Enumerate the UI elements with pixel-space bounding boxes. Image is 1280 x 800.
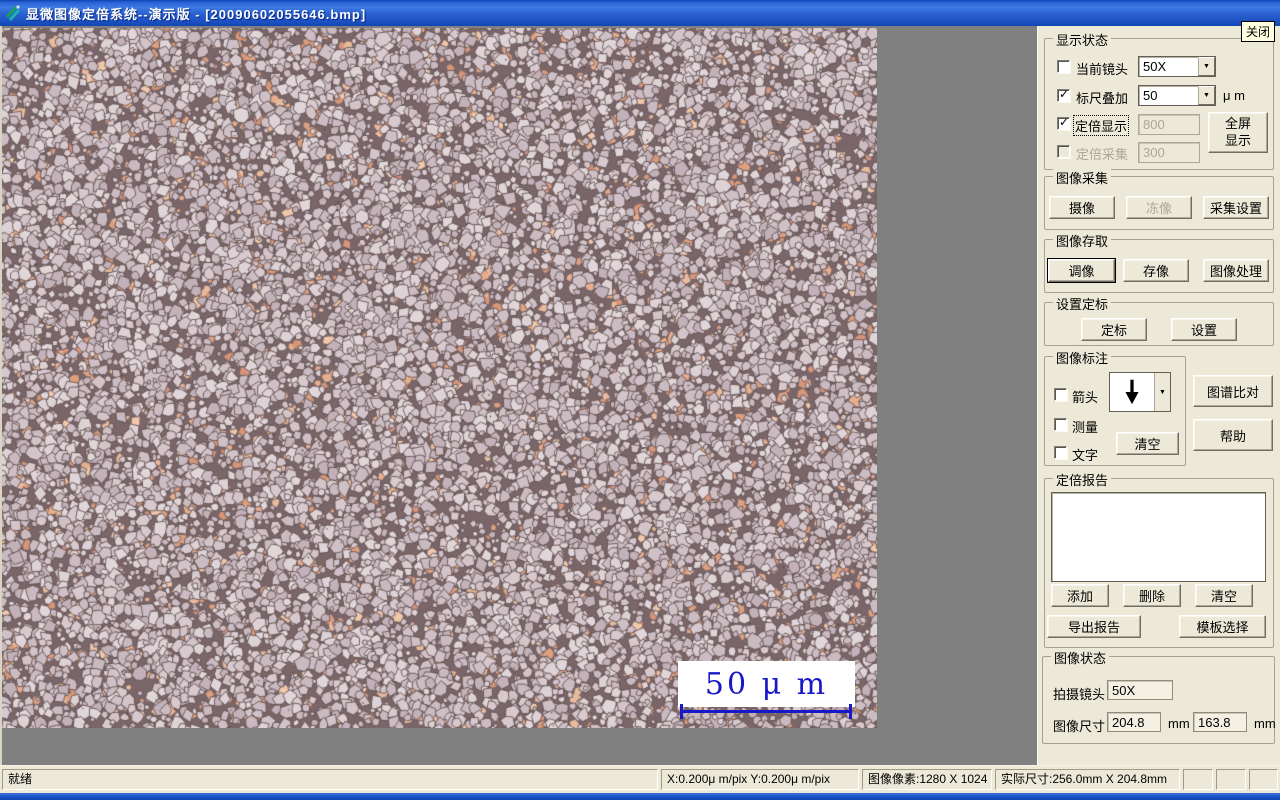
shoot-button[interactable]: 摄像	[1049, 196, 1115, 219]
group-calibration: 设置 定标	[1044, 294, 1274, 346]
status-empty-pane	[1249, 769, 1278, 790]
atlas-compare-button[interactable]: 图谱比对	[1193, 375, 1273, 407]
arrow-checkbox[interactable]	[1054, 388, 1067, 401]
image-size-label: 图像尺寸	[1053, 719, 1106, 734]
image-process-button[interactable]: 图像处理	[1203, 259, 1269, 282]
load-image-button[interactable]: 调像	[1047, 258, 1116, 283]
text-checkbox[interactable]	[1054, 446, 1067, 459]
chevron-down-icon[interactable]	[1198, 86, 1215, 105]
fullscreen-button[interactable]: 全屏显示	[1208, 112, 1268, 153]
chevron-down-icon[interactable]	[1198, 57, 1215, 76]
scale-bar-tick-right	[849, 704, 852, 719]
text-label: 文字	[1072, 448, 1099, 463]
group-capture-title: 图像采集	[1053, 168, 1112, 187]
micrograph-image	[2, 28, 877, 728]
scale-value-combobox[interactable]: 50	[1138, 85, 1216, 106]
setup-button[interactable]: 设置	[1171, 318, 1237, 341]
freeze-button: 冻像	[1126, 196, 1192, 219]
scale-overlay-label: 标尺叠加	[1076, 91, 1129, 106]
scale-overlay-checkbox[interactable]	[1057, 87, 1070, 102]
chevron-down-icon[interactable]	[1154, 373, 1170, 411]
status-empty-pane	[1183, 769, 1213, 790]
fixed-capture-input: 300	[1138, 142, 1200, 163]
scale-bar-line	[680, 704, 852, 719]
group-calibration-title: 设置定标	[1053, 294, 1112, 313]
export-report-button[interactable]: 导出报告	[1047, 615, 1141, 638]
template-select-button[interactable]: 模板选择	[1179, 615, 1266, 638]
fixed-display-input: 800	[1138, 114, 1200, 135]
fixed-display-label: 定倍显示	[1073, 115, 1130, 136]
control-panel: 显示状态 当前镜头 50X 标尺叠加 50 μ m 定倍显示 800 定倍采集 …	[1037, 26, 1280, 765]
arrow-label: 箭头	[1072, 390, 1099, 405]
status-ready: 就绪	[2, 769, 658, 790]
status-empty-pane	[1216, 769, 1246, 790]
shoot-lens-label: 拍摄镜头	[1053, 687, 1106, 702]
measure-label: 测量	[1072, 420, 1099, 435]
image-width-unit: mm	[1168, 716, 1190, 731]
group-storage-title: 图像存取	[1053, 231, 1112, 250]
measure-checkbox[interactable]	[1054, 418, 1067, 431]
image-height-unit: mm	[1254, 716, 1276, 731]
calibrate-button[interactable]: 定标	[1081, 318, 1147, 341]
scale-bar: 50 μ m	[678, 661, 855, 707]
arrow-style-combobox[interactable]	[1109, 372, 1171, 412]
image-height-input[interactable]: 163.8	[1193, 712, 1247, 732]
app-icon	[5, 5, 21, 22]
fixed-capture-label: 定倍采集	[1076, 147, 1129, 162]
current-lens-label: 当前镜头	[1076, 62, 1129, 77]
fixed-display-checkbox[interactable]	[1057, 115, 1070, 130]
shoot-lens-input[interactable]: 50X	[1107, 680, 1173, 700]
close-tooltip: 关闭	[1241, 21, 1276, 42]
report-clear-button[interactable]: 清空	[1195, 584, 1253, 607]
status-actual-size: 实际尺寸:256.0mm X 204.8mm	[995, 769, 1180, 790]
scale-unit-label: μ m	[1223, 88, 1245, 103]
group-annotation-title: 图像标注	[1053, 348, 1112, 367]
help-button[interactable]: 帮助	[1193, 419, 1273, 451]
capture-settings-button[interactable]: 采集设置	[1203, 196, 1269, 219]
save-image-button[interactable]: 存像	[1123, 259, 1189, 282]
client-area: 50 μ m 显示状态 当前镜头 50X 标尺叠加 50 μ m 定倍显示 80…	[0, 26, 1280, 765]
status-pixel-scale: X:0.200μ m/pix Y:0.200μ m/pix	[661, 769, 859, 790]
current-lens-checkbox[interactable]	[1057, 60, 1070, 73]
fixed-capture-checkbox	[1057, 145, 1070, 158]
window-bottom-border	[0, 793, 1280, 800]
report-add-button[interactable]: 添加	[1051, 584, 1109, 607]
group-display-status-title: 显示状态	[1053, 30, 1112, 49]
arrow-down-icon	[1125, 379, 1139, 405]
report-delete-button[interactable]: 删除	[1123, 584, 1181, 607]
scale-bar-label: 50 μ m	[704, 666, 829, 702]
scale-bar-rule	[680, 710, 852, 713]
report-listbox[interactable]	[1051, 492, 1266, 582]
image-width-input[interactable]: 204.8	[1107, 712, 1161, 732]
current-lens-combobox[interactable]: 50X	[1138, 56, 1216, 77]
status-bar: 就绪 X:0.200μ m/pix Y:0.200μ m/pix 图像像素:12…	[0, 765, 1280, 793]
status-image-pixels: 图像像素:1280 X 1024	[862, 769, 992, 790]
group-report-title: 定倍报告	[1053, 470, 1112, 489]
window-titlebar: 显微图像定倍系统--演示版 - [20090602055646.bmp]	[0, 0, 1280, 26]
annotation-clear-button[interactable]: 清空	[1116, 432, 1179, 455]
group-image-status-title: 图像状态	[1051, 648, 1110, 667]
window-title: 显微图像定倍系统--演示版 - [20090602055646.bmp]	[26, 6, 367, 22]
